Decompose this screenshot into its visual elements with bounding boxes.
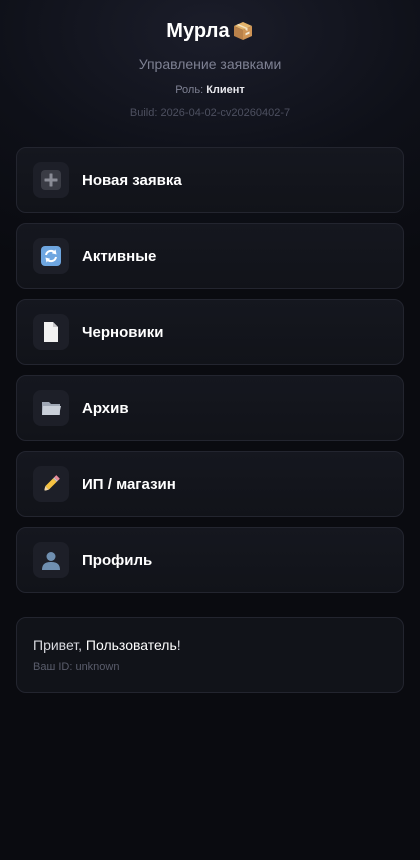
menu-item-shop[interactable]: ИП / магазин bbox=[16, 451, 404, 517]
menu-item-label: Черновики bbox=[82, 323, 164, 341]
role-line: Роль: Клиент bbox=[0, 84, 420, 96]
menu-item-active[interactable]: Активные bbox=[16, 223, 404, 289]
pencil-icon bbox=[33, 466, 69, 502]
menu-item-archive[interactable]: Архив bbox=[16, 375, 404, 441]
menu-item-new-request[interactable]: Новая заявка bbox=[16, 147, 404, 213]
menu-item-label: Новая заявка bbox=[82, 171, 182, 189]
menu-item-profile[interactable]: Профиль bbox=[16, 527, 404, 593]
greeting-suffix: ! bbox=[176, 637, 181, 653]
menu-item-label: ИП / магазин bbox=[82, 475, 176, 493]
greeting-text: Привет, Пользователь! bbox=[33, 637, 181, 653]
document-icon bbox=[33, 314, 69, 350]
main-menu: Новая заявка Активные Черновики Архив ИП… bbox=[16, 147, 404, 603]
menu-item-label: Профиль bbox=[82, 551, 153, 569]
package-icon bbox=[232, 20, 254, 42]
role-label: Роль: bbox=[175, 84, 204, 96]
menu-item-drafts[interactable]: Черновики bbox=[16, 299, 404, 365]
menu-item-label: Архив bbox=[82, 399, 129, 417]
user-icon bbox=[33, 542, 69, 578]
plus-icon bbox=[33, 162, 69, 198]
user-info-card: Привет, Пользователь! Ваш ID: unknown bbox=[16, 617, 404, 693]
user-id: Ваш ID: unknown bbox=[33, 661, 120, 673]
greeting-prefix: Привет, bbox=[33, 637, 86, 653]
build-info: Build: 2026-04-02-cv20260402-7 bbox=[129, 107, 291, 119]
menu-item-label: Активные bbox=[82, 247, 157, 265]
folder-icon bbox=[33, 390, 69, 426]
title-row: Мурла bbox=[0, 17, 420, 45]
role-value: Клиент bbox=[206, 84, 245, 96]
page-subtitle: Управление заявками bbox=[138, 56, 282, 72]
refresh-icon bbox=[33, 238, 69, 274]
app-title: Мурла bbox=[166, 19, 230, 42]
user-name: Пользователь bbox=[85, 637, 177, 653]
